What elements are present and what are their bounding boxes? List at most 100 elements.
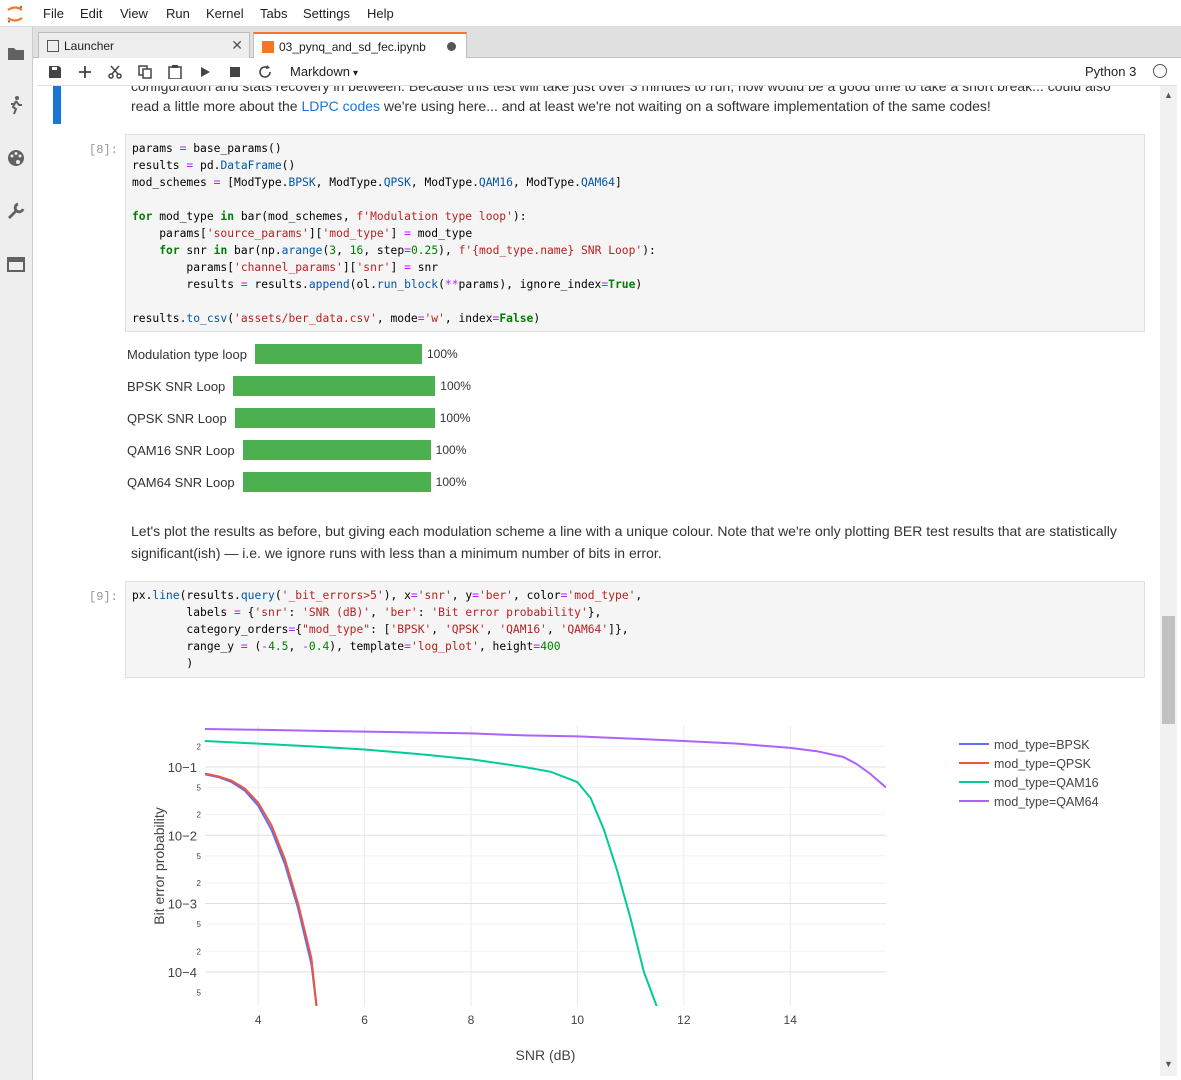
stop-icon[interactable] bbox=[225, 62, 245, 82]
progress-bar bbox=[242, 472, 431, 492]
y-minor-tick-label: 2 bbox=[197, 947, 202, 956]
tab-notebook[interactable]: 03_pynq_and_sd_fec.ipynb bbox=[253, 32, 467, 59]
x-tick-label: 8 bbox=[468, 1013, 475, 1027]
code-cell-9[interactable]: px.line(results.query('_bit_errors>5'), … bbox=[125, 581, 1145, 678]
wrench-icon[interactable] bbox=[6, 201, 26, 221]
progress-percent: 100% bbox=[435, 475, 467, 489]
markdown-text: read a little more about the bbox=[131, 98, 302, 114]
notebook-panel: configuration and stats recovery in betw… bbox=[37, 86, 1160, 1076]
legend-label: mod_type=QAM64 bbox=[994, 795, 1099, 809]
progress-row: Modulation type loop 100% bbox=[127, 343, 458, 365]
y-minor-tick-label: 5 bbox=[197, 852, 202, 861]
y-minor-tick-label: 2 bbox=[197, 742, 202, 751]
y-tick-label: 10−1 bbox=[168, 760, 197, 775]
close-icon[interactable]: ✕ bbox=[231, 37, 243, 54]
markdown-text: we're using here... and at least we're n… bbox=[380, 98, 991, 114]
menu-kernel[interactable]: Kernel bbox=[206, 6, 244, 21]
cell-type-label: Markdown bbox=[290, 64, 350, 79]
y-tick-label: 10−3 bbox=[168, 897, 197, 912]
ldpc-link[interactable]: LDPC codes bbox=[301, 98, 380, 114]
progress-bar bbox=[254, 344, 422, 364]
tabs-icon[interactable] bbox=[6, 254, 26, 274]
copy-icon[interactable] bbox=[135, 62, 155, 82]
notebook-toolbar: Markdown ▾ Python 3 bbox=[37, 58, 1177, 86]
add-cell-icon[interactable] bbox=[75, 62, 95, 82]
x-tick-label: 10 bbox=[571, 1013, 585, 1027]
progress-row: QAM16 SNR Loop 100% bbox=[127, 439, 466, 461]
scrollbar[interactable]: ▲ ▼ bbox=[1160, 86, 1177, 1076]
progress-bar bbox=[234, 408, 435, 428]
kernel-status-icon bbox=[1153, 64, 1167, 78]
progress-label: Modulation type loop bbox=[127, 346, 247, 362]
notebook-icon bbox=[262, 40, 274, 53]
menu-view[interactable]: View bbox=[120, 6, 148, 21]
menu-edit[interactable]: Edit bbox=[80, 6, 102, 21]
y-axis-title: Bit error probability bbox=[151, 807, 167, 925]
y-minor-tick-label: 5 bbox=[197, 784, 202, 793]
jupyter-logo-icon bbox=[5, 4, 25, 24]
code-cell-8[interactable]: params = base_params() results = pd.Data… bbox=[125, 134, 1145, 332]
progress-percent: 100% bbox=[435, 443, 467, 457]
legend-label: mod_type=BPSK bbox=[994, 738, 1090, 752]
progress-percent: 100% bbox=[439, 411, 471, 425]
series-line bbox=[205, 728, 886, 789]
launcher-icon bbox=[47, 39, 59, 52]
progress-bar bbox=[242, 440, 431, 460]
kernel-name[interactable]: Python 3 bbox=[1085, 64, 1136, 79]
menu-file[interactable]: File bbox=[43, 6, 64, 21]
cell-prompt: [9]: bbox=[89, 590, 118, 604]
unsaved-dot-icon[interactable] bbox=[447, 42, 456, 51]
legend-label: mod_type=QPSK bbox=[994, 757, 1092, 771]
legend-label: mod_type=QAM16 bbox=[994, 776, 1099, 790]
progress-row: QAM64 SNR Loop 100% bbox=[127, 471, 466, 493]
markdown-line-2: read a little more about the LDPC codes … bbox=[131, 95, 991, 117]
running-icon[interactable] bbox=[6, 95, 26, 115]
cut-icon[interactable] bbox=[105, 62, 125, 82]
series-line bbox=[205, 773, 318, 1006]
x-tick-label: 14 bbox=[784, 1013, 798, 1027]
scroll-thumb[interactable] bbox=[1162, 616, 1175, 724]
y-minor-tick-label: 2 bbox=[197, 879, 202, 888]
menu-help[interactable]: Help bbox=[367, 6, 394, 21]
x-tick-label: 4 bbox=[255, 1013, 262, 1027]
progress-row: BPSK SNR Loop 100% bbox=[127, 375, 471, 397]
save-icon[interactable] bbox=[45, 62, 65, 82]
ber-chart: 4 6 8 10 12 1410−110−210−310−422525255SNR (dB… bbox=[151, 726, 1099, 1063]
progress-label: QPSK SNR Loop bbox=[127, 410, 227, 426]
run-icon[interactable] bbox=[195, 62, 215, 82]
left-sidebar bbox=[0, 27, 33, 1080]
progress-label: QAM16 SNR Loop bbox=[127, 442, 235, 458]
progress-row: QPSK SNR Loop 100% bbox=[127, 407, 470, 429]
series-line bbox=[205, 772, 318, 1006]
markdown-paragraph: significant(ish) — i.e. we ignore runs w… bbox=[131, 545, 662, 561]
menu-settings[interactable]: Settings bbox=[303, 6, 350, 21]
palette-icon[interactable] bbox=[6, 148, 26, 168]
folder-icon[interactable] bbox=[6, 43, 26, 63]
y-minor-tick-label: 2 bbox=[197, 811, 202, 820]
progress-label: QAM64 SNR Loop bbox=[127, 474, 235, 490]
menu-bar: File Edit View Run Kernel Tabs Settings … bbox=[0, 0, 1181, 27]
progress-percent: 100% bbox=[426, 347, 458, 361]
tab-launcher-label: Launcher bbox=[64, 38, 115, 53]
chevron-down-icon: ▾ bbox=[352, 68, 358, 79]
restart-icon[interactable] bbox=[255, 62, 275, 82]
progress-percent: 100% bbox=[440, 379, 471, 393]
paste-icon[interactable] bbox=[165, 62, 185, 82]
y-tick-label: 10−2 bbox=[168, 828, 197, 843]
cell-prompt: [8]: bbox=[89, 143, 118, 157]
tab-launcher[interactable]: Launcher ✕ bbox=[38, 32, 250, 58]
tab-notebook-label: 03_pynq_and_sd_fec.ipynb bbox=[279, 39, 426, 54]
x-tick-label: 12 bbox=[677, 1013, 691, 1027]
x-axis-title: SNR (dB) bbox=[516, 1047, 576, 1063]
menu-tabs[interactable]: Tabs bbox=[260, 6, 287, 21]
menu-run[interactable]: Run bbox=[166, 6, 190, 21]
scroll-down-icon[interactable]: ▼ bbox=[1164, 1059, 1173, 1069]
cell-type-dropdown[interactable]: Markdown ▾ bbox=[290, 64, 358, 79]
progress-label: BPSK SNR Loop bbox=[127, 378, 226, 394]
scroll-up-icon[interactable]: ▲ bbox=[1164, 90, 1173, 100]
active-cell-indicator bbox=[53, 86, 61, 124]
x-tick-label: 6 bbox=[361, 1013, 368, 1027]
tab-bar: Launcher ✕ 03_pynq_and_sd_fec.ipynb bbox=[33, 27, 1181, 59]
y-minor-tick-label: 5 bbox=[197, 920, 202, 929]
markdown-paragraph: Let's plot the results as before, but gi… bbox=[131, 523, 1117, 539]
